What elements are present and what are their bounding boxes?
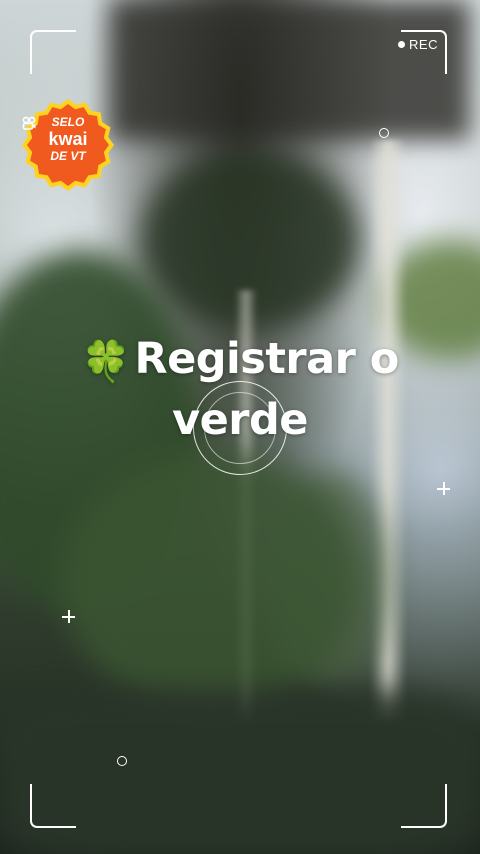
ring-marker-icon [117,756,127,766]
background-ground [0,690,480,854]
record-dot-icon [398,41,406,48]
frame-corner-top-left [30,30,76,74]
frame-corner-bottom-left [30,784,76,828]
frame-corner-bottom-right [401,784,447,828]
background-foliage [60,450,360,710]
camera-viewfinder: REC SELO kwai DE VT 🍀Registrar o verde [0,0,480,854]
crosshair-plus-icon [437,482,450,495]
crosshair-plus-icon [62,610,75,623]
ring-marker-icon [379,128,389,138]
badge-line-de-vt: DE VT [50,149,86,163]
badge-brand-name: kwai [48,129,88,149]
kwai-seal-badge: SELO kwai DE VT [22,99,114,191]
recording-label: REC [409,37,438,52]
recording-indicator: REC [398,37,438,52]
kwai-camera-icon [22,116,36,130]
headline: 🍀Registrar o verde [60,330,420,449]
headline-text: Registrar o verde [134,334,399,445]
kwai-seal-text: SELO kwai DE VT [22,116,114,162]
badge-brand-row: kwai [22,116,114,149]
four-leaf-clover-icon: 🍀 [81,339,131,385]
